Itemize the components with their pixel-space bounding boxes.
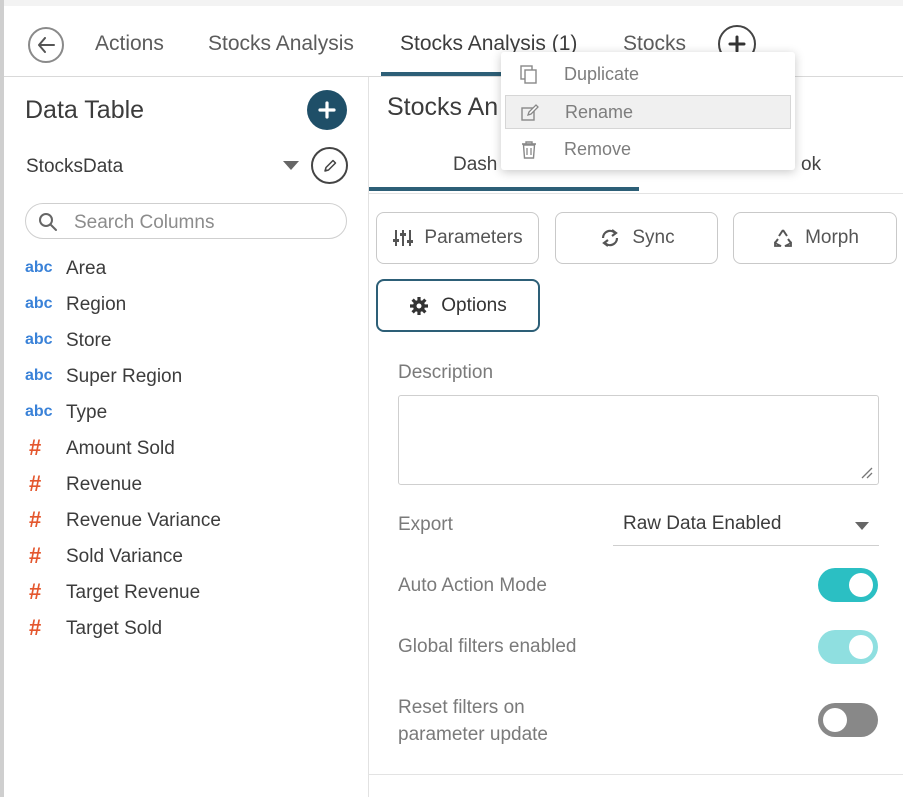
- sync-icon: [602, 229, 619, 247]
- menu-label: Remove: [564, 139, 632, 159]
- toggle-knob: [849, 573, 873, 597]
- list-item[interactable]: # Amount Sold: [25, 433, 345, 469]
- list-item[interactable]: # Target Revenue: [25, 577, 345, 613]
- export-value: Raw Data Enabled: [623, 513, 782, 534]
- plus-icon: [728, 35, 746, 53]
- list-item[interactable]: abc Super Region: [25, 361, 345, 397]
- sync-label: Sync: [632, 227, 675, 248]
- column-name: Target Revenue: [66, 582, 201, 603]
- text-type-icon: abc: [25, 259, 53, 276]
- tab-workbook[interactable]: ok: [801, 154, 821, 176]
- search-icon: [39, 213, 57, 231]
- export-label: Export: [398, 514, 453, 535]
- list-item[interactable]: # Target Sold: [25, 613, 345, 649]
- gear-icon: [410, 296, 429, 315]
- duplicate-icon: [520, 65, 537, 84]
- menu-label: Duplicate: [564, 64, 640, 84]
- menu-item-duplicate[interactable]: Duplicate: [505, 58, 791, 92]
- column-name: Revenue: [66, 474, 143, 495]
- parameters-button[interactable]: Parameters: [376, 212, 539, 264]
- menu-item-rename[interactable]: Rename: [505, 95, 791, 129]
- export-select[interactable]: Raw Data Enabled: [613, 507, 879, 546]
- number-type-icon: #: [29, 471, 42, 496]
- back-button[interactable]: [28, 27, 64, 63]
- column-name: Area: [66, 258, 107, 279]
- divider: [369, 774, 903, 775]
- menu-item-remove[interactable]: Remove: [505, 133, 791, 167]
- text-type-icon: abc: [25, 367, 53, 384]
- column-name: Revenue Variance: [66, 510, 221, 531]
- tab-dashboard[interactable]: Dash: [453, 154, 497, 176]
- list-item[interactable]: # Sold Variance: [25, 541, 345, 577]
- column-name: Type: [66, 402, 108, 423]
- toggle-knob: [823, 708, 847, 732]
- list-item[interactable]: # Revenue Variance: [25, 505, 345, 541]
- column-list: abc Area abc Region abc Store abc Super …: [25, 253, 345, 649]
- tab-actions[interactable]: Actions: [95, 32, 164, 56]
- add-data-table-button[interactable]: [307, 90, 347, 130]
- panel-title: Data Table: [25, 96, 145, 124]
- list-item[interactable]: abc Store: [25, 325, 345, 361]
- text-type-icon: abc: [25, 331, 53, 348]
- morph-label: Morph: [805, 227, 859, 248]
- options-button[interactable]: Options: [376, 279, 540, 332]
- menu-label: Rename: [565, 102, 634, 122]
- number-type-icon: #: [29, 435, 42, 460]
- number-type-icon: #: [29, 543, 42, 568]
- toggle-knob: [849, 635, 873, 659]
- plus-icon: [318, 101, 336, 119]
- resize-grip-icon[interactable]: [859, 465, 873, 479]
- parameters-label: Parameters: [424, 227, 523, 248]
- pencil-icon: [323, 159, 336, 172]
- dashboard-settings-panel: Stocks An Dash ok Parameters Sync Morph: [369, 77, 903, 797]
- description-field[interactable]: [398, 395, 879, 485]
- tab-context-menu: Duplicate Rename Remove: [501, 52, 795, 170]
- options-label: Options: [441, 294, 507, 316]
- active-subtab-indicator: [369, 187, 639, 191]
- trash-icon: [522, 141, 536, 159]
- chevron-down-icon[interactable]: [283, 161, 299, 170]
- number-type-icon: #: [29, 615, 42, 640]
- text-type-icon: abc: [25, 403, 53, 420]
- datasource-select[interactable]: StocksData: [26, 156, 123, 178]
- search-columns-input[interactable]: [72, 210, 336, 236]
- column-name: Amount Sold: [66, 438, 175, 459]
- chevron-down-icon: [855, 522, 869, 530]
- list-item[interactable]: abc Region: [25, 289, 345, 325]
- dashboard-title: Stocks An: [387, 93, 499, 121]
- column-name: Store: [66, 330, 112, 351]
- rename-icon: [521, 104, 539, 121]
- description-label: Description: [398, 362, 494, 383]
- number-type-icon: #: [29, 579, 42, 604]
- reset-filters-label-line2: parameter update: [398, 724, 548, 745]
- auto-action-toggle[interactable]: [818, 568, 878, 602]
- global-filters-toggle[interactable]: [818, 630, 878, 664]
- arrow-left-icon: [38, 37, 55, 53]
- auto-action-label: Auto Action Mode: [398, 575, 547, 596]
- column-name: Region: [66, 294, 127, 315]
- number-type-icon: #: [29, 507, 42, 532]
- reset-filters-toggle[interactable]: [818, 703, 878, 737]
- list-item[interactable]: # Revenue: [25, 469, 345, 505]
- sliders-icon: [393, 230, 414, 246]
- edit-datasource-button[interactable]: [311, 147, 348, 184]
- tab-stocks-analysis[interactable]: Stocks Analysis: [208, 32, 354, 56]
- sync-button[interactable]: Sync: [555, 212, 718, 264]
- column-name: Super Region: [66, 366, 183, 387]
- search-columns-box: [25, 203, 347, 239]
- data-table-panel: Data Table StocksData abc Area abc Regio…: [4, 77, 369, 797]
- morph-button[interactable]: Morph: [733, 212, 897, 264]
- column-name: Sold Variance: [66, 546, 183, 567]
- global-filters-label: Global filters enabled: [398, 636, 577, 657]
- text-type-icon: abc: [25, 295, 53, 312]
- reset-filters-label-line1: Reset filters on: [398, 697, 525, 718]
- recycle-icon: [774, 229, 792, 247]
- divider: [369, 193, 903, 194]
- list-item[interactable]: abc Type: [25, 397, 345, 433]
- list-item[interactable]: abc Area: [25, 253, 345, 289]
- column-name: Target Sold: [66, 618, 163, 639]
